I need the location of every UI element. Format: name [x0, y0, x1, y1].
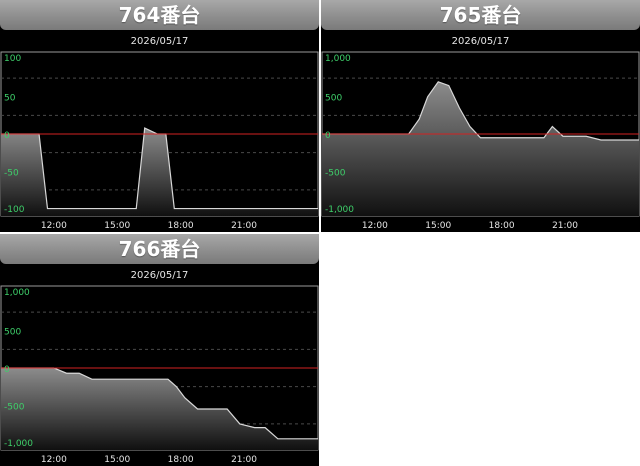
series-area: [1, 368, 318, 450]
x-tick-label: 15:00: [425, 221, 451, 231]
chart-svg-766: 1,000 500 0 -500 -1,000 12:00 15:00 18:00 21:00: [0, 234, 319, 466]
x-tick-label: 12:00: [41, 221, 67, 231]
x-tick-label: 21:00: [231, 221, 257, 231]
y-tick-label: -500: [325, 168, 346, 178]
x-tick-label: 21:00: [552, 221, 578, 231]
y-tick-label: -500: [4, 402, 25, 412]
y-tick-label: 500: [325, 94, 342, 104]
y-tick-label: -1,000: [4, 439, 33, 449]
x-tick-label: 18:00: [489, 221, 515, 231]
y-tick-label: 1,000: [4, 288, 30, 298]
y-tick-label: -50: [4, 168, 19, 178]
y-tick-label: 0: [325, 131, 331, 141]
y-tick-label: 0: [4, 365, 10, 375]
x-tick-label: 18:00: [168, 455, 194, 465]
y-tick-label: 1,000: [325, 54, 351, 64]
x-tick-label: 15:00: [104, 455, 130, 465]
series-line: [322, 82, 639, 140]
y-tick-label: -1,000: [325, 205, 354, 215]
y-tick-label: 50: [4, 94, 16, 104]
x-tick-label: 18:00: [168, 221, 194, 231]
chart-panel-766: 766番台 2026/05/17 1,0005000-500-1,00012:0…: [0, 234, 319, 466]
x-tick-label: 12:00: [41, 455, 67, 465]
series-area: [1, 128, 318, 216]
y-tick-label: 0: [4, 131, 10, 141]
x-tick-label: 21:00: [231, 455, 257, 465]
chart-svg-765: 1,000 500 0 -500 -1,000 12:00 15:00 18:00 21:00: [321, 0, 640, 232]
chart-panel-765: 765番台 2026/05/17 1,0005000-500-1,00012:0…: [321, 0, 640, 232]
y-tick-label: 100: [4, 54, 21, 64]
chart-svg-764: 100 50 0 -50 -100 12:00 15:00 18:00 21:00: [0, 0, 319, 232]
series-area: [322, 82, 639, 216]
y-tick-label: -100: [4, 205, 25, 215]
x-tick-label: 12:00: [362, 221, 388, 231]
chart-panel-764: 764番台 2026/05/17 100500-50-10012:0015:00…: [0, 0, 319, 232]
x-tick-label: 15:00: [104, 221, 130, 231]
y-tick-label: 500: [4, 328, 21, 338]
